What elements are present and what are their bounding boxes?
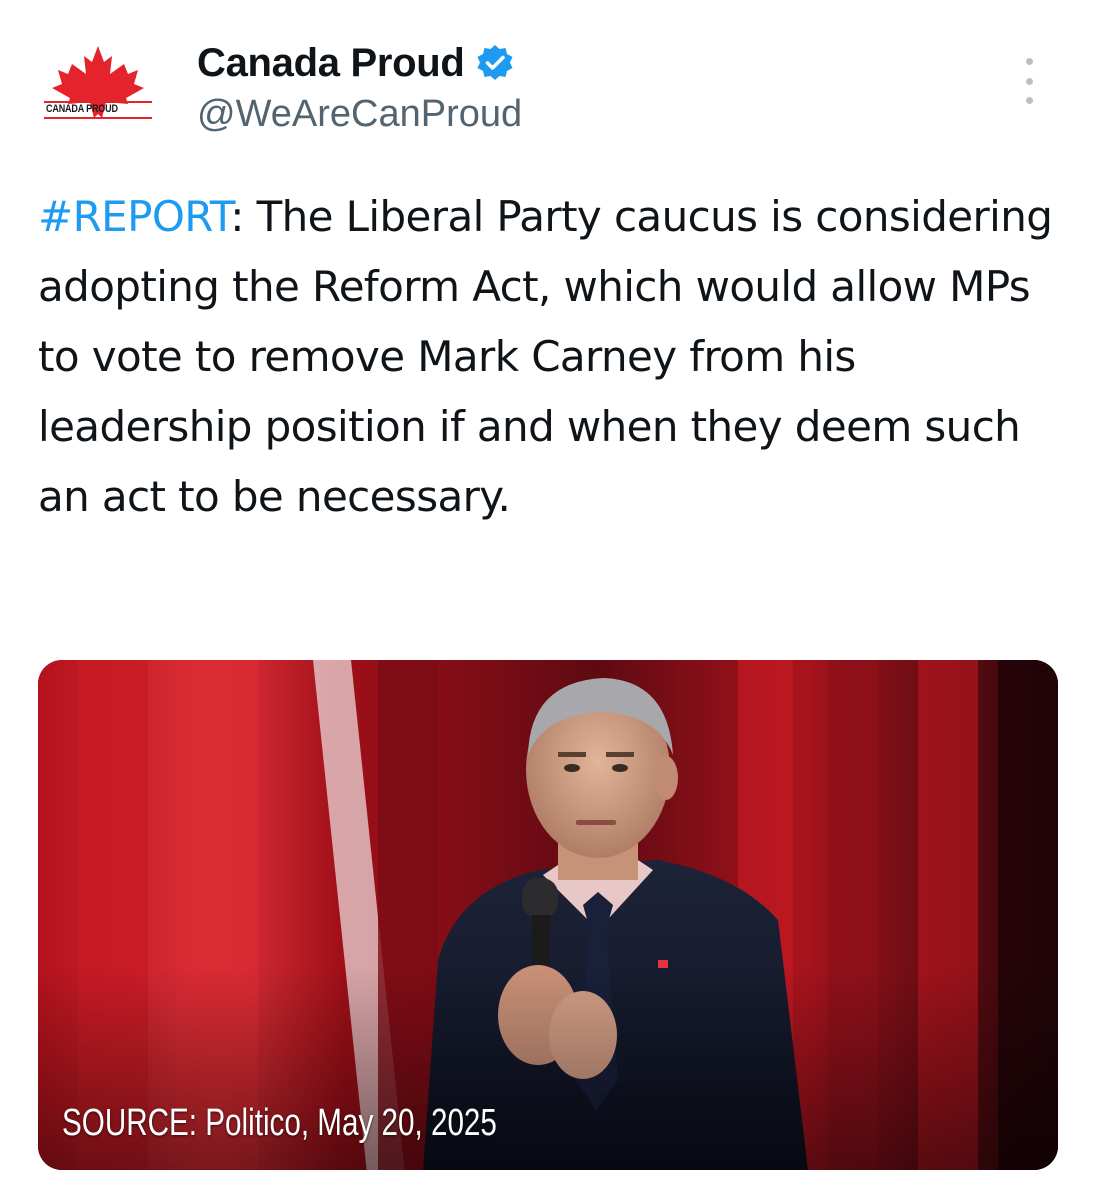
speaker-photo	[38, 660, 1058, 1170]
hashtag-link[interactable]: #REPORT	[38, 192, 231, 241]
tweet: CANADA PROUD Canada Proud @WeAreCanProud…	[0, 0, 1093, 1200]
avatar[interactable]: CANADA PROUD	[40, 40, 156, 140]
post-image[interactable]: SOURCE: Politico, May 20, 2025	[38, 660, 1058, 1170]
maple-leaf-icon	[44, 46, 152, 119]
more-options-icon[interactable]	[1018, 58, 1040, 104]
display-name[interactable]: Canada Proud	[197, 41, 465, 86]
tweet-text: #REPORT: The Liberal Party caucus is con…	[38, 182, 1068, 532]
tweet-body: : The Liberal Party caucus is considerin…	[38, 192, 1053, 521]
verified-badge-icon	[475, 43, 515, 83]
author-handle[interactable]: @WeAreCanProud	[197, 93, 522, 136]
dot	[1025, 58, 1033, 65]
dot	[1025, 97, 1033, 104]
dot	[1025, 77, 1033, 85]
avatar-label: CANADA PROUD	[46, 103, 118, 115]
author-name-row[interactable]: Canada Proud	[197, 40, 515, 86]
image-caption: SOURCE: Politico, May 20, 2025	[62, 1102, 497, 1144]
